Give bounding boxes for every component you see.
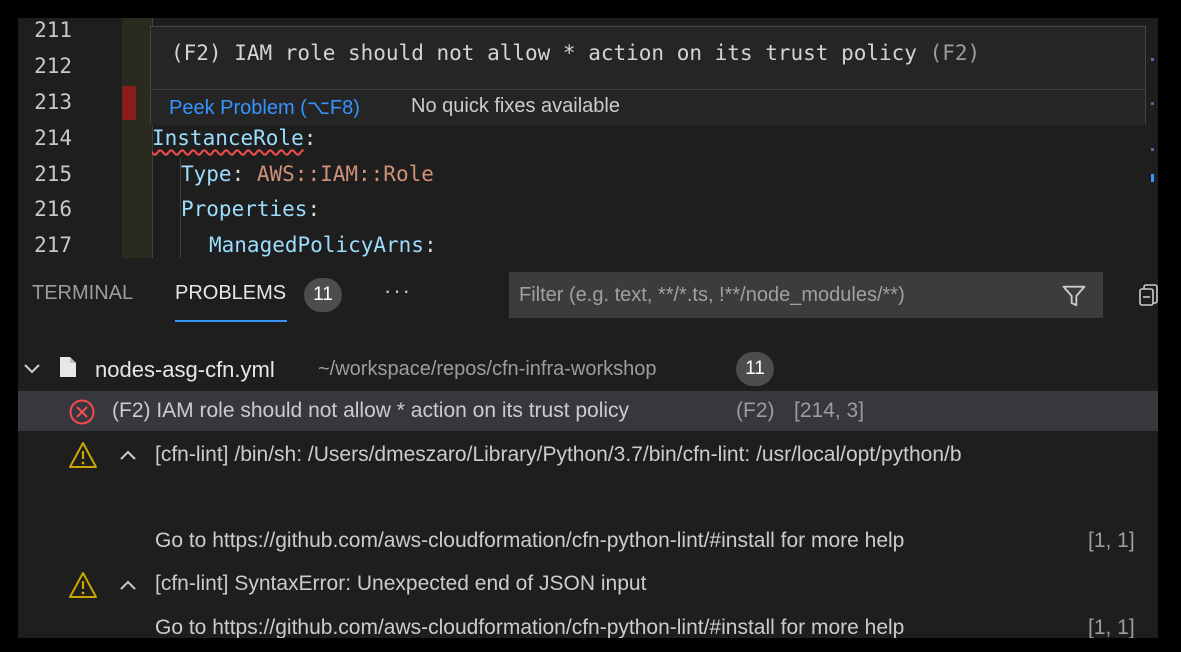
chevron-up-icon[interactable]	[118, 445, 138, 465]
line-number: 216	[34, 197, 72, 221]
yaml-colon: :	[423, 233, 437, 257]
file-icon	[60, 357, 76, 377]
problem-hover-widget: (F2) IAM role should not allow * action …	[150, 26, 1146, 125]
problem-location: [1, 1]	[1088, 616, 1135, 638]
hover-message-text: (F2) IAM role should not allow * action …	[171, 41, 917, 65]
code-text: ManagedPolicyArns:	[209, 233, 437, 257]
yaml-colon: :	[307, 197, 321, 221]
yaml-key: Type	[181, 162, 232, 186]
problem-item[interactable]: [cfn-lint] /bin/sh: /Users/dmeszaro/Libr…	[18, 435, 1158, 565]
collapse-all-icon[interactable]	[1138, 282, 1158, 308]
no-quick-fixes-label: No quick fixes available	[411, 95, 620, 117]
file-name: nodes-asg-cfn.yml	[95, 357, 275, 382]
hover-actions-bar: Peek Problem (⌥F8) No quick fixes availa…	[151, 89, 1145, 125]
problem-item[interactable]: [cfn-lint] SyntaxError: Unexpected end o…	[18, 566, 1158, 638]
code-editor[interactable]: 211 212 213 214 InstanceRole: 215 Type: …	[18, 18, 1158, 258]
problem-item[interactable]: (F2) IAM role should not allow * action …	[18, 391, 1158, 431]
code-line[interactable]: 216 Properties:	[18, 193, 1158, 229]
problem-detail: Go to https://github.com/aws-cloudformat…	[155, 616, 905, 638]
chevron-down-icon[interactable]	[22, 359, 42, 379]
chevron-up-icon[interactable]	[118, 575, 138, 595]
problem-location: [214, 3]	[794, 399, 865, 422]
problem-code: (F2)	[736, 399, 775, 422]
code-text: InstanceRole:	[152, 126, 316, 150]
yaml-key: Properties	[181, 197, 308, 221]
warning-icon	[69, 442, 97, 468]
problems-count-badge: 11	[304, 278, 342, 312]
yaml-value: AWS::IAM::Role	[256, 162, 434, 186]
scrollbar-marker	[1151, 174, 1154, 182]
hover-error-code: (F2)	[929, 41, 981, 65]
problem-location: [1, 1]	[1088, 529, 1135, 552]
line-number: 217	[34, 233, 72, 257]
problem-message: [cfn-lint] /bin/sh: /Users/dmeszaro/Libr…	[155, 443, 962, 466]
file-path: ~/workspace/repos/cfn-infra-workshop	[318, 358, 657, 380]
line-number: 211	[34, 18, 72, 42]
line-number: 213	[34, 90, 72, 114]
warning-icon	[69, 572, 97, 598]
more-actions-button[interactable]: ···	[384, 278, 412, 304]
problem-detail: Go to https://github.com/aws-cloudformat…	[155, 529, 905, 552]
problem-message: [cfn-lint] SyntaxError: Unexpected end o…	[155, 572, 647, 595]
line-number: 215	[34, 162, 72, 186]
code-text: Properties:	[181, 197, 320, 221]
yaml-colon: :	[303, 126, 317, 150]
scrollbar-marker	[1151, 58, 1154, 61]
yaml-key: InstanceRole	[152, 126, 304, 150]
code-line[interactable]: 214 InstanceRole:	[18, 122, 1158, 158]
code-line[interactable]: 215 Type: AWS::IAM::Role	[18, 158, 1158, 194]
hover-message: (F2) IAM role should not allow * action …	[171, 41, 980, 65]
line-number: 214	[34, 126, 72, 150]
filter-icon[interactable]	[1060, 282, 1088, 310]
peek-problem-link[interactable]: Peek Problem (⌥F8)	[169, 95, 360, 120]
problem-message: (F2) IAM role should not allow * action …	[112, 399, 630, 422]
problems-file-row[interactable]: nodes-asg-cfn.yml ~/workspace/repos/cfn-…	[18, 348, 1158, 390]
error-icon	[69, 399, 95, 425]
bottom-panel: TERMINAL PROBLEMS 11 ··· nodes-asg-cfn.y…	[18, 258, 1158, 638]
tab-problems[interactable]: PROBLEMS	[175, 282, 286, 305]
scrollbar-marker	[1151, 102, 1154, 105]
yaml-colon: :	[231, 162, 257, 186]
file-problem-count: 11	[736, 352, 774, 386]
tab-terminal[interactable]: TERMINAL	[32, 282, 133, 305]
code-line[interactable]: 217 ManagedPolicyArns:	[18, 229, 1158, 258]
line-number: 212	[34, 54, 72, 78]
problems-filter-input[interactable]	[509, 272, 1103, 318]
vscode-window: 211 212 213 214 InstanceRole: 215 Type: …	[18, 18, 1158, 638]
code-text: Type: AWS::IAM::Role	[181, 162, 434, 186]
scrollbar-marker	[1151, 148, 1154, 151]
yaml-key: ManagedPolicyArns	[209, 233, 424, 257]
active-tab-indicator	[175, 320, 287, 322]
